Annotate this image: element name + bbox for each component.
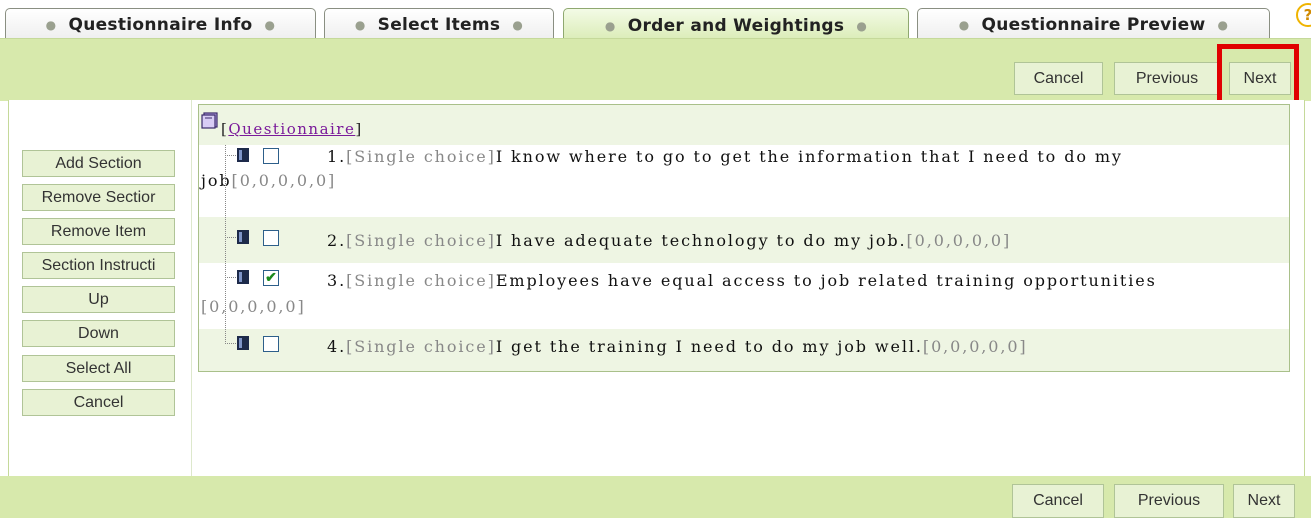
tab-order-and-weightings[interactable]: ● Order and Weightings ● (563, 8, 909, 42)
item-icon (237, 230, 249, 244)
book-folder-icon (201, 112, 218, 129)
add-section-button[interactable]: Add Section (22, 150, 175, 177)
item-checkbox[interactable] (263, 336, 279, 352)
tab-dot-icon: ● (45, 17, 57, 32)
item-icon (237, 148, 249, 162)
bottom-previous-button[interactable]: Previous (1114, 484, 1224, 518)
tab-dot-icon: ● (856, 18, 868, 33)
item-icon (237, 270, 249, 284)
tab-questionnaire-info[interactable]: ● Questionnaire Info ● (5, 8, 316, 40)
bottom-cancel-button[interactable]: Cancel (1012, 484, 1104, 518)
item-checkbox[interactable] (263, 148, 279, 164)
tab-dot-icon: ● (264, 17, 276, 32)
tree-root-label: [Questionnaire] (221, 120, 363, 138)
previous-button[interactable]: Previous (1114, 62, 1220, 95)
tree-item-1: 1.[Single choice]I know where to go to g… (199, 145, 1289, 217)
help-icon[interactable]: ? (1296, 3, 1311, 27)
tab-select-items[interactable]: ● Select Items ● (324, 8, 554, 40)
sidebar-divider (191, 100, 192, 476)
item-text-continued: job[0,0,0,0,0] (201, 171, 337, 190)
select-all-button[interactable]: Select All (22, 355, 175, 382)
tree-root: [Questionnaire] (199, 105, 1289, 145)
tab-bar: ● Questionnaire Info ● ● Select Items ● ● Ord… (0, 0, 1311, 42)
item-checkbox-checked[interactable]: ✔ (263, 270, 279, 286)
tab-dot-icon: ● (1217, 17, 1229, 32)
questionnaire-tree: [Questionnaire] 1.[Single choice]I know … (198, 104, 1290, 372)
bottom-next-button[interactable]: Next (1233, 484, 1295, 518)
remove-item-button[interactable]: Remove Item (22, 218, 175, 245)
sidebar-cancel-button[interactable]: Cancel (22, 389, 175, 416)
item-text: 3.[Single choice]Employees have equal ac… (327, 271, 1157, 290)
item-text: 1.[Single choice]I know where to go to g… (327, 147, 1123, 166)
item-text: 4.[Single choice]I get the training I ne… (327, 337, 1028, 356)
tree-item-2: 2.[Single choice]I have adequate technol… (199, 147, 1289, 263)
tab-dot-icon: ● (354, 17, 366, 32)
item-icon (237, 336, 249, 350)
item-weights: [0,0,0,0,0] (201, 297, 306, 316)
item-text: 2.[Single choice]I have adequate technol… (327, 231, 1012, 250)
down-button[interactable]: Down (22, 320, 175, 347)
tab-questionnaire-preview[interactable]: ● Questionnaire Preview ● (917, 8, 1270, 40)
item-checkbox[interactable] (263, 230, 279, 246)
tab-dot-icon: ● (604, 18, 616, 33)
top-toolbar: Cancel Previous Next (0, 38, 1311, 101)
questionnaire-link[interactable]: Questionnaire (228, 120, 355, 138)
tree-connector (225, 147, 238, 238)
remove-section-button[interactable]: Remove Sectior (22, 184, 175, 211)
tab-dot-icon: ● (512, 17, 524, 32)
cancel-button[interactable]: Cancel (1014, 62, 1103, 95)
bottom-toolbar: Cancel Previous Next (0, 476, 1311, 518)
tree-item-3: ✔ 3.[Single choice]Employees have equal … (199, 237, 1289, 329)
tree-item-4: 4.[Single choice]I get the training I ne… (199, 273, 1289, 371)
next-button[interactable]: Next (1229, 62, 1291, 95)
section-instructions-button[interactable]: Section Instructi (22, 252, 175, 279)
tab-dot-icon: ● (958, 17, 970, 32)
up-button[interactable]: Up (22, 286, 175, 313)
tree-connector (225, 273, 238, 344)
